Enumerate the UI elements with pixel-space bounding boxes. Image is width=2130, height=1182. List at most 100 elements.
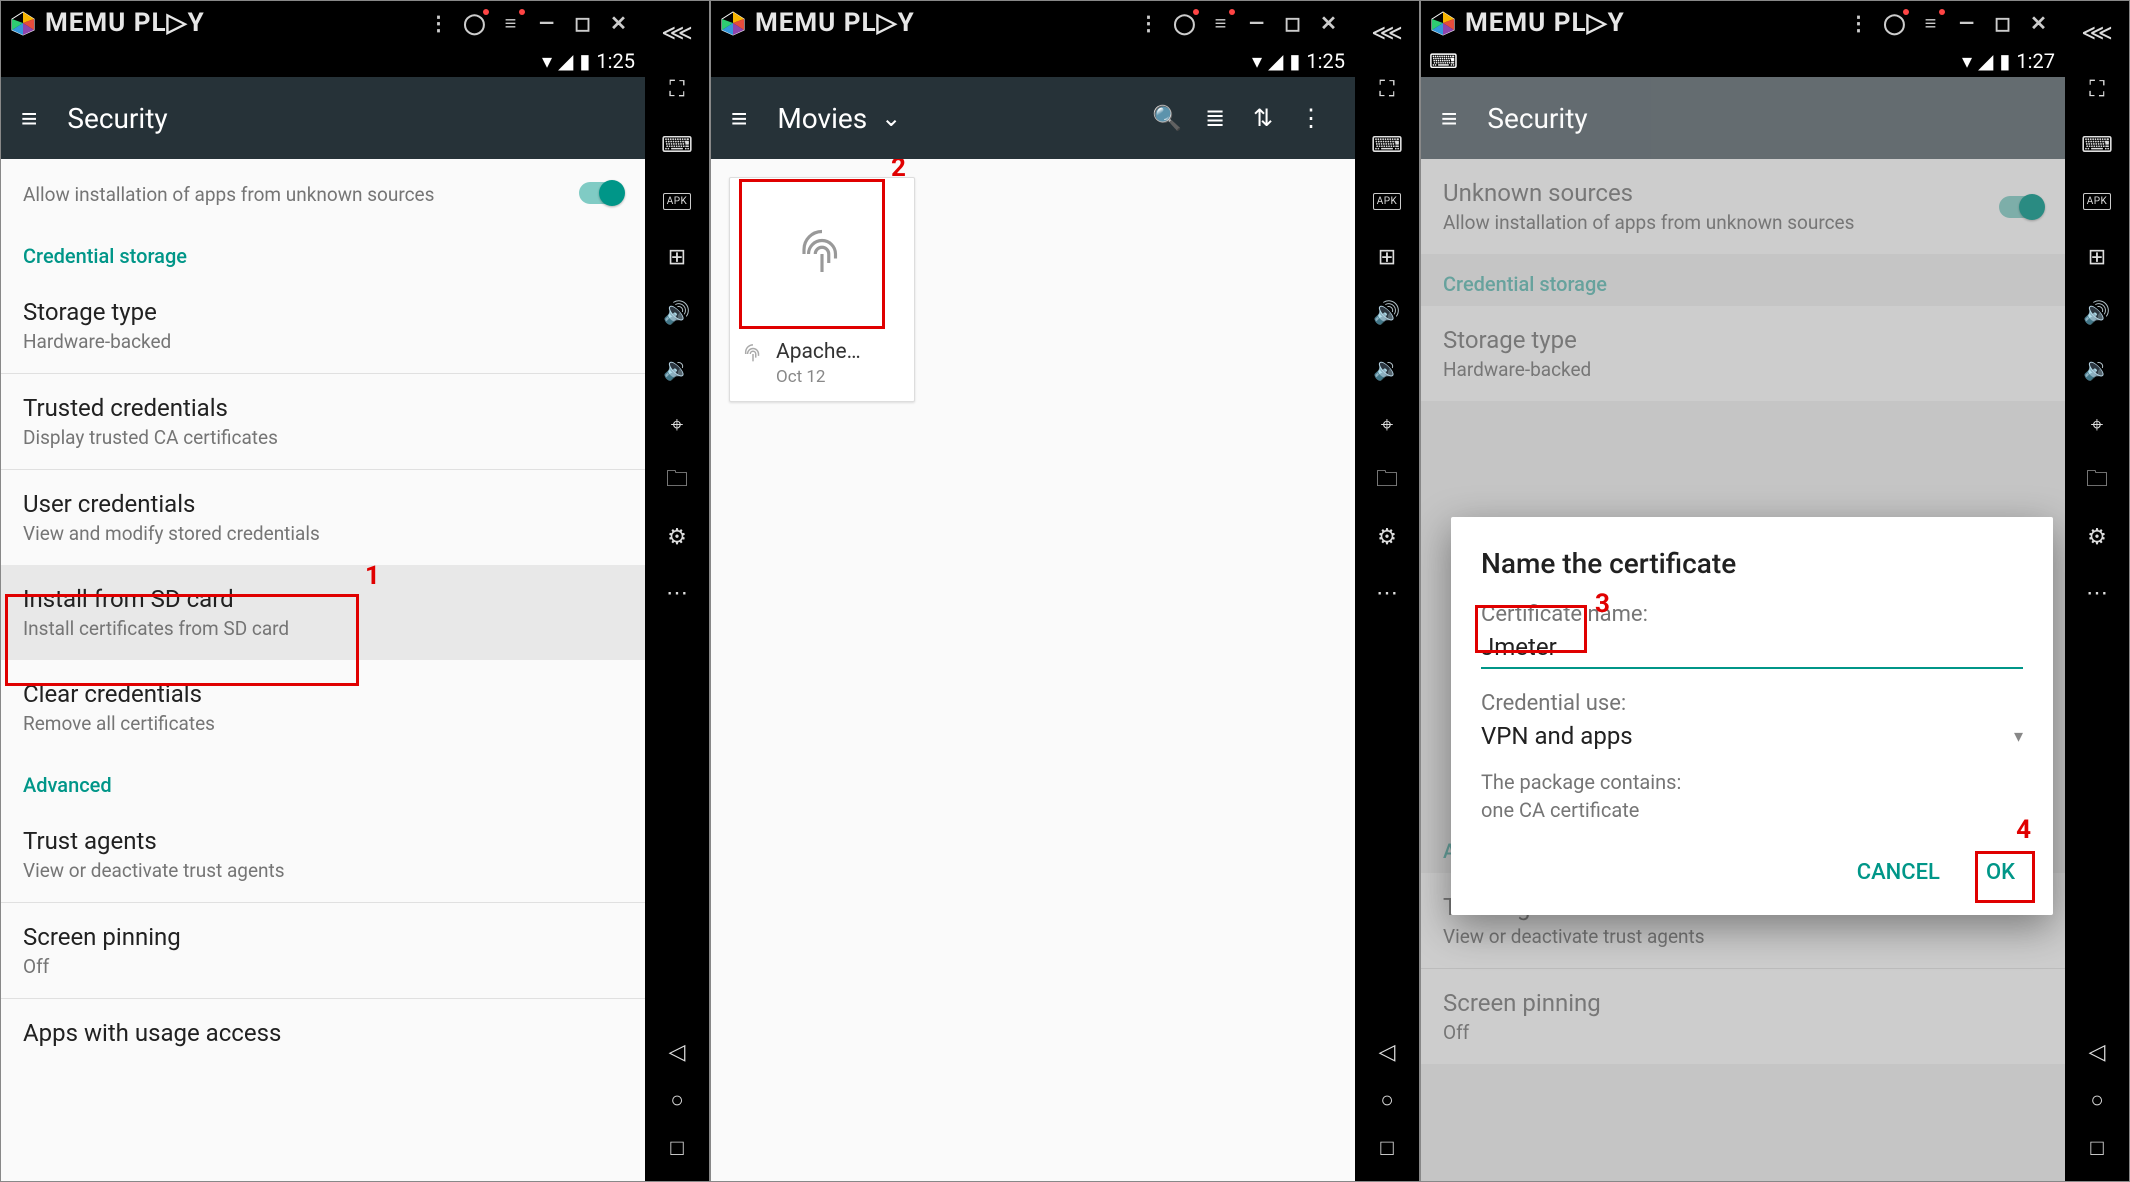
search-icon[interactable]: 🔍	[1143, 104, 1191, 132]
kebab-icon[interactable]: ⋮	[1841, 5, 1877, 41]
kebab-icon[interactable]: ⋮	[1131, 5, 1167, 41]
menu-lines-icon[interactable]: ≡	[493, 5, 529, 41]
keyboard-icon[interactable]: ⌨	[1363, 121, 1411, 169]
battery-icon: ▮	[1289, 49, 1300, 73]
maximize-icon[interactable]: ◻	[1985, 5, 2021, 41]
location-icon[interactable]: ⌖	[653, 401, 701, 449]
gear-icon[interactable]: ⚙	[2073, 513, 2121, 561]
recents-key-icon[interactable]: □	[1372, 1133, 1402, 1163]
setting-screen-pinning[interactable]: Screen pinning Off	[1, 903, 645, 998]
fullscreen-icon[interactable]: ⛶	[653, 65, 701, 113]
volume-up-icon[interactable]: 🔊	[1363, 289, 1411, 337]
sort-icon[interactable]: ⇅	[1239, 104, 1287, 132]
hamburger-icon[interactable]: ≡	[731, 102, 747, 135]
add-window-icon[interactable]: ⊞	[1363, 233, 1411, 281]
hamburger-icon[interactable]: ≡	[21, 102, 37, 135]
folder-icon[interactable]: 🗀	[653, 457, 701, 505]
keyboard-icon[interactable]: ⌨	[2073, 121, 2121, 169]
setting-trust-agents[interactable]: Trust agents View or deactivate trust ag…	[1, 807, 645, 902]
collapse-sidebar-icon[interactable]: ⋘	[2073, 9, 2121, 57]
unknown-sources-toggle[interactable]	[579, 182, 623, 204]
close-icon[interactable]: ✕	[2021, 5, 2057, 41]
annotation-number-2: 2	[891, 159, 906, 183]
status-time: 1:25	[1306, 49, 1345, 73]
add-window-icon[interactable]: ⊞	[653, 233, 701, 281]
recents-key-icon[interactable]: □	[662, 1133, 692, 1163]
location-icon[interactable]: ⌖	[2073, 401, 2121, 449]
cancel-button[interactable]: CANCEL	[1849, 850, 1948, 895]
apk-install-icon[interactable]: APK	[2073, 177, 2121, 225]
volume-down-icon[interactable]: 🔉	[1363, 345, 1411, 393]
fullscreen-icon[interactable]: ⛶	[2073, 65, 2121, 113]
file-card-certificate[interactable]: Apache… Oct 12	[729, 177, 915, 402]
close-icon[interactable]: ✕	[1311, 5, 1347, 41]
folder-icon[interactable]: 🗀	[2073, 457, 2121, 505]
kebab-icon[interactable]: ⋮	[421, 5, 457, 41]
certificate-name-input[interactable]	[1481, 627, 2023, 669]
add-window-icon[interactable]: ⊞	[2073, 233, 2121, 281]
kebab-icon[interactable]: ⋮	[1287, 104, 1335, 132]
setting-title: Screen pinning	[23, 923, 623, 951]
setting-unknown-sources[interactable]: Allow installation of apps from unknown …	[1, 159, 645, 226]
menu-lines-icon[interactable]: ≡	[1913, 5, 1949, 41]
settings-list[interactable]: Allow installation of apps from unknown …	[1, 159, 645, 1181]
account-icon[interactable]: ◯	[457, 5, 493, 41]
memu-titlebar: MEMU PL▷Y ⋮ ◯ ≡ — ◻ ✕	[1421, 1, 2065, 45]
maximize-icon[interactable]: ◻	[1275, 5, 1311, 41]
more-icon[interactable]: ⋯	[1363, 569, 1411, 617]
minimize-icon[interactable]: —	[1239, 5, 1275, 41]
volume-down-icon[interactable]: 🔉	[2073, 345, 2121, 393]
apk-install-icon[interactable]: APK	[1363, 177, 1411, 225]
home-key-icon[interactable]: ○	[662, 1085, 692, 1115]
gear-icon[interactable]: ⚙	[653, 513, 701, 561]
hamburger-icon[interactable]: ≡	[1441, 102, 1457, 135]
view-list-icon[interactable]: ≣	[1191, 104, 1239, 132]
account-icon[interactable]: ◯	[1877, 5, 1913, 41]
recents-key-icon[interactable]: □	[2082, 1133, 2112, 1163]
battery-icon: ▮	[1999, 49, 2010, 73]
back-key-icon[interactable]: ◁	[1372, 1037, 1402, 1067]
home-key-icon[interactable]: ○	[2082, 1085, 2112, 1115]
maximize-icon[interactable]: ◻	[565, 5, 601, 41]
location-icon[interactable]: ⌖	[1363, 401, 1411, 449]
setting-storage-type[interactable]: Storage type Hardware-backed	[1, 278, 645, 373]
fingerprint-small-icon	[742, 343, 764, 365]
apk-install-icon[interactable]: APK	[653, 177, 701, 225]
credential-use-select[interactable]: VPN and apps ▾	[1481, 722, 2023, 750]
ok-button[interactable]: OK	[1978, 850, 2023, 895]
account-icon[interactable]: ◯	[1167, 5, 1203, 41]
credential-use-value: VPN and apps	[1481, 722, 1633, 750]
keyboard-icon[interactable]: ⌨	[653, 121, 701, 169]
setting-apps-usage-access[interactable]: Apps with usage access	[1, 999, 645, 1067]
volume-down-icon[interactable]: 🔉	[653, 345, 701, 393]
more-icon[interactable]: ⋯	[2073, 569, 2121, 617]
home-key-icon[interactable]: ○	[1372, 1085, 1402, 1115]
file-grid[interactable]: Apache… Oct 12 2	[711, 159, 1355, 1181]
close-icon[interactable]: ✕	[601, 5, 637, 41]
setting-subtitle: Off	[23, 955, 623, 978]
volume-up-icon[interactable]: 🔊	[653, 289, 701, 337]
collapse-sidebar-icon[interactable]: ⋘	[653, 9, 701, 57]
more-icon[interactable]: ⋯	[653, 569, 701, 617]
menu-lines-icon[interactable]: ≡	[1203, 5, 1239, 41]
setting-user-credentials[interactable]: User credentials View and modify stored …	[1, 470, 645, 565]
setting-clear-credentials[interactable]: Clear credentials Remove all certificate…	[1, 660, 645, 755]
folder-icon[interactable]: 🗀	[1363, 457, 1411, 505]
minimize-icon[interactable]: —	[529, 5, 565, 41]
appbar-title: Security	[67, 102, 167, 135]
setting-install-from-sd[interactable]: Install from SD card Install certificate…	[1, 565, 645, 660]
appbar-title: Security	[1487, 102, 1587, 135]
dropdown-caret-icon[interactable]: ⌄	[867, 104, 915, 132]
fullscreen-icon[interactable]: ⛶	[1363, 65, 1411, 113]
back-key-icon[interactable]: ◁	[662, 1037, 692, 1067]
memu-sidebar: ⋘ ⛶ ⌨ APK ⊞ 🔊 🔉 ⌖ 🗀 ⚙ ⋯ ◁ ○ □	[1355, 1, 1419, 1181]
appbar-title[interactable]: Movies	[777, 102, 867, 135]
wifi-icon: ▾	[1252, 49, 1262, 73]
minimize-icon[interactable]: —	[1949, 5, 1985, 41]
back-key-icon[interactable]: ◁	[2082, 1037, 2112, 1067]
collapse-sidebar-icon[interactable]: ⋘	[1363, 9, 1411, 57]
fingerprint-icon	[730, 178, 914, 330]
gear-icon[interactable]: ⚙	[1363, 513, 1411, 561]
setting-trusted-credentials[interactable]: Trusted credentials Display trusted CA c…	[1, 374, 645, 469]
volume-up-icon[interactable]: 🔊	[2073, 289, 2121, 337]
